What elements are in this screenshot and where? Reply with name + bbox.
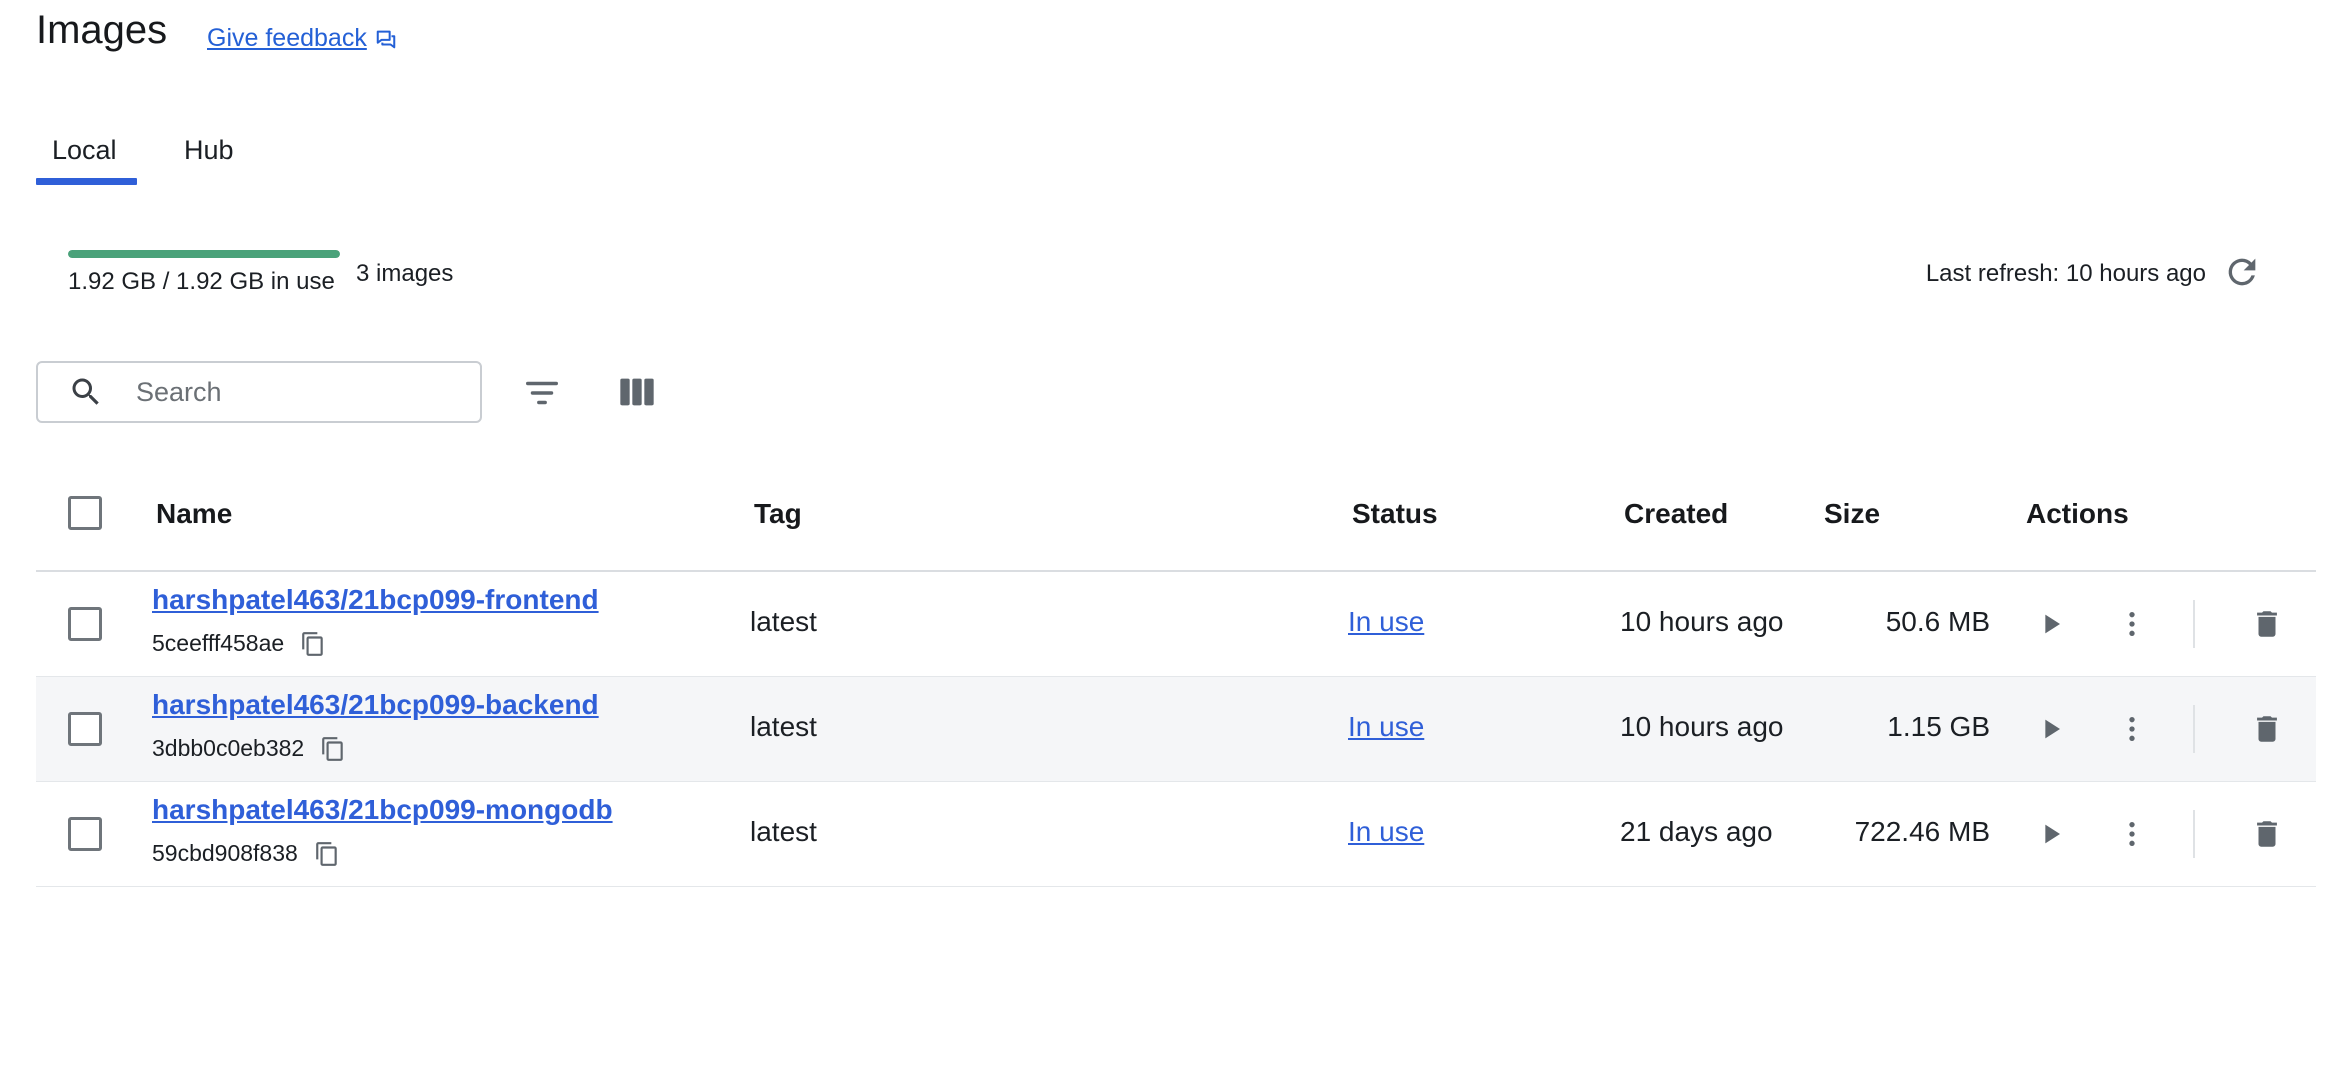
- image-id-text: 5ceefff458ae: [152, 630, 285, 656]
- refresh-icon[interactable]: [2222, 252, 2262, 292]
- last-refresh-text: Last refresh: 10 hours ago: [1925, 260, 2206, 287]
- images-table: Name Tag Status Created Size Actions har…: [36, 478, 2316, 887]
- table-row[interactable]: harshpatel463/21bcp099-mongodb 59cbd908f…: [36, 782, 2316, 887]
- copy-icon[interactable]: [320, 736, 346, 762]
- column-header-actions: Actions: [2026, 498, 2129, 529]
- select-all-checkbox[interactable]: [68, 496, 102, 530]
- more-vertical-icon[interactable]: [2116, 818, 2148, 850]
- column-header-tag[interactable]: Tag: [754, 498, 802, 530]
- image-created: 10 hours ago: [1620, 711, 1784, 742]
- give-feedback-link[interactable]: Give feedback: [207, 24, 397, 53]
- search-input[interactable]: [134, 375, 438, 409]
- table-row[interactable]: harshpatel463/21bcp099-frontend 5ceefff4…: [36, 572, 2316, 677]
- image-created: 21 days ago: [1620, 816, 1773, 847]
- play-icon[interactable]: [2036, 608, 2068, 640]
- tab-local[interactable]: Local: [52, 135, 117, 166]
- disk-usage-bar: [68, 250, 340, 258]
- table-row[interactable]: harshpatel463/21bcp099-backend 3dbb0c0eb…: [36, 677, 2316, 782]
- play-icon[interactable]: [2036, 713, 2068, 745]
- more-vertical-icon[interactable]: [2116, 608, 2148, 640]
- image-name-link[interactable]: harshpatel463/21bcp099-frontend: [152, 584, 599, 616]
- copy-icon[interactable]: [300, 631, 326, 657]
- trash-icon[interactable]: [2250, 606, 2284, 642]
- search-icon: [72, 378, 99, 405]
- filter-icon[interactable]: [520, 374, 564, 412]
- image-status-link[interactable]: In use: [1348, 711, 1424, 743]
- image-id: 59cbd908f838: [152, 840, 340, 867]
- page-title: Images: [36, 8, 168, 52]
- image-tag: latest: [750, 711, 817, 742]
- play-icon[interactable]: [2036, 818, 2068, 850]
- image-name-link[interactable]: harshpatel463/21bcp099-backend: [152, 689, 599, 721]
- image-id-text: 59cbd908f838: [152, 840, 298, 866]
- image-id: 3dbb0c0eb382: [152, 735, 346, 762]
- image-status-link[interactable]: In use: [1348, 606, 1424, 638]
- image-tag: latest: [750, 606, 817, 637]
- feedback-icon: [376, 30, 396, 48]
- column-header-created[interactable]: Created: [1624, 498, 1728, 530]
- image-id-text: 3dbb0c0eb382: [152, 735, 305, 761]
- table-header: Name Tag Status Created Size Actions: [36, 478, 2316, 572]
- trash-icon[interactable]: [2250, 816, 2284, 852]
- columns-icon[interactable]: [615, 372, 659, 412]
- trash-icon[interactable]: [2250, 711, 2284, 747]
- disk-usage-text: 1.92 GB / 1.92 GB in use: [68, 268, 335, 295]
- images-count: 3 images: [356, 260, 454, 287]
- action-divider: [2193, 705, 2195, 753]
- image-tag: latest: [750, 816, 817, 847]
- image-size: 50.6 MB: [1885, 606, 1990, 637]
- image-status-link[interactable]: In use: [1348, 816, 1424, 848]
- column-header-size[interactable]: Size: [1824, 498, 1880, 530]
- give-feedback-label: Give feedback: [207, 24, 367, 52]
- action-divider: [2193, 810, 2195, 858]
- image-id: 5ceefff458ae: [152, 630, 326, 657]
- action-divider: [2193, 600, 2195, 648]
- more-vertical-icon[interactable]: [2116, 713, 2148, 745]
- row-checkbox[interactable]: [68, 712, 102, 746]
- row-checkbox[interactable]: [68, 607, 102, 641]
- column-header-name[interactable]: Name: [156, 498, 232, 530]
- search-box[interactable]: [36, 361, 482, 423]
- image-created: 10 hours ago: [1620, 606, 1784, 637]
- row-checkbox[interactable]: [68, 817, 102, 851]
- disk-usage-bar-fill: [68, 250, 340, 258]
- active-tab-indicator: [36, 178, 137, 185]
- copy-icon[interactable]: [314, 841, 340, 867]
- image-size: 1.15 GB: [1887, 711, 1990, 742]
- column-header-status[interactable]: Status: [1352, 498, 1438, 530]
- image-size: 722.46 MB: [1854, 816, 1990, 847]
- tab-hub[interactable]: Hub: [184, 135, 234, 166]
- image-name-link[interactable]: harshpatel463/21bcp099-mongodb: [152, 794, 613, 826]
